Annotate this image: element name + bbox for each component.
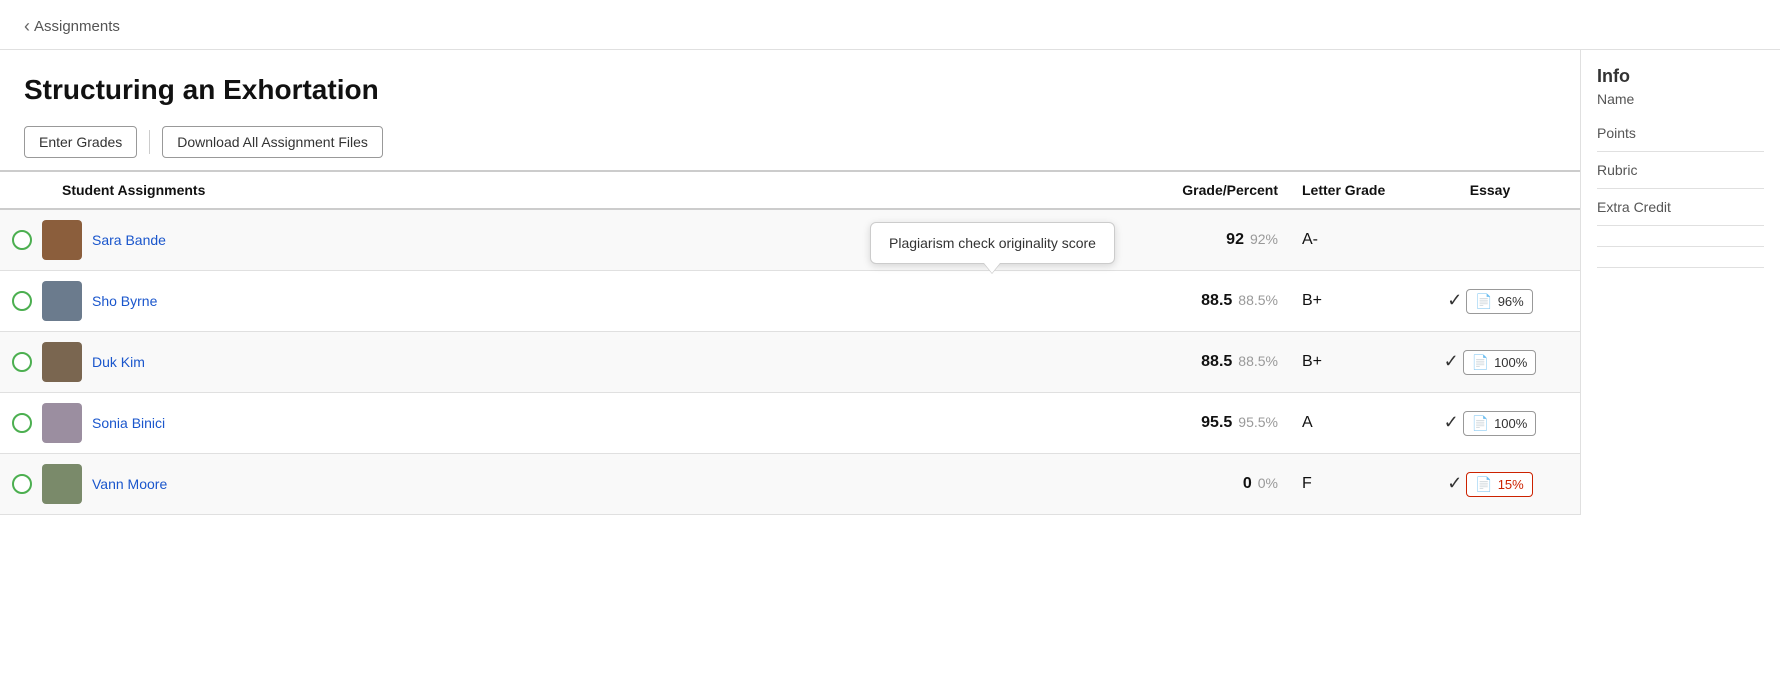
enter-grades-button[interactable]: Enter Grades xyxy=(24,126,137,158)
row-radio-duk[interactable] xyxy=(12,352,32,372)
sidebar-info-vann xyxy=(1597,247,1764,268)
row-radio-sonia[interactable] xyxy=(12,413,32,433)
student-name-sonia[interactable]: Sonia Binici xyxy=(92,415,165,431)
doc-icon-sho: 📄 xyxy=(1475,293,1492,310)
back-label: Assignments xyxy=(34,18,120,35)
sidebar-info-sonia xyxy=(1597,226,1764,247)
doc-icon-vann: 📄 xyxy=(1475,476,1492,493)
table-row: Sonia Binici 95.595.5%A✓ 📄 100% xyxy=(0,393,1580,454)
score-badge-sho[interactable]: 📄 96% xyxy=(1466,289,1532,314)
student-name-sara[interactable]: Sara Bande xyxy=(92,232,166,248)
download-files-button[interactable]: Download All Assignment Files xyxy=(162,126,383,158)
essay-cell-sonia[interactable]: ✓ 📄 100% xyxy=(1400,393,1580,454)
table-row: Vann Moore 00%F✓ 📄 15% xyxy=(0,454,1580,515)
score-badge-sonia[interactable]: 📄 100% xyxy=(1463,411,1537,436)
avatar-sonia xyxy=(42,403,82,443)
avatar-duk xyxy=(42,342,82,382)
essay-cell-sho[interactable]: ✓ 📄 96% xyxy=(1400,271,1580,332)
row-radio-sho[interactable] xyxy=(12,291,32,311)
table-row: Duk Kim 88.588.5%B+✓ 📄 100% xyxy=(0,332,1580,393)
student-name-vann[interactable]: Vann Moore xyxy=(92,476,167,492)
col-header-grade: Grade/Percent xyxy=(1170,171,1290,209)
avatar-vann xyxy=(42,464,82,504)
avatar-sara xyxy=(42,220,82,260)
grade-cell-sho: 88.588.5% xyxy=(1170,271,1290,332)
back-chevron-icon: ‹ xyxy=(24,16,30,37)
grade-cell-vann: 00% xyxy=(1170,454,1290,515)
table-row: Sara Bande 9292%A- xyxy=(0,209,1580,271)
student-name-sho[interactable]: Sho Byrne xyxy=(92,293,157,309)
col-header-letter: Letter Grade xyxy=(1290,171,1400,209)
right-sidebar: Info Name PointsRubricExtra Credit xyxy=(1580,50,1780,515)
check-icon-sho: ✓ xyxy=(1447,290,1462,310)
col-header-student: Student Assignments xyxy=(50,171,1170,209)
col-header-select xyxy=(0,171,50,209)
grade-cell-sara: 9292% xyxy=(1170,209,1290,271)
doc-icon-sonia: 📄 xyxy=(1472,415,1489,432)
essay-cell-sara[interactable] xyxy=(1400,209,1580,271)
row-radio-vann[interactable] xyxy=(12,474,32,494)
sidebar-info-sara: Points xyxy=(1597,115,1764,152)
grade-cell-duk: 88.588.5% xyxy=(1170,332,1290,393)
doc-icon-duk: 📄 xyxy=(1472,354,1489,371)
row-radio-sara[interactable] xyxy=(12,230,32,250)
page-title: Structuring an Exhortation xyxy=(24,74,1556,106)
col-header-essay: Essay xyxy=(1400,171,1580,209)
check-icon-vann: ✓ xyxy=(1447,473,1462,493)
letter-cell-vann: F xyxy=(1290,454,1400,515)
sidebar-info-sho: Rubric xyxy=(1597,152,1764,189)
letter-cell-sonia: A xyxy=(1290,393,1400,454)
letter-cell-sara: A- xyxy=(1290,209,1400,271)
table-row: Sho Byrne 88.588.5%B+✓ 📄 96% xyxy=(0,271,1580,332)
grade-cell-sonia: 95.595.5% xyxy=(1170,393,1290,454)
student-name-duk[interactable]: Duk Kim xyxy=(92,354,145,370)
info-subtitle: Name xyxy=(1597,91,1764,107)
plagiarism-tooltip: Plagiarism check originality score xyxy=(870,222,1115,264)
toolbar-divider xyxy=(149,130,150,154)
letter-cell-sho: B+ xyxy=(1290,271,1400,332)
essay-cell-vann[interactable]: ✓ 📄 15% xyxy=(1400,454,1580,515)
essay-cell-duk[interactable]: ✓ 📄 100% xyxy=(1400,332,1580,393)
check-icon-sonia: ✓ xyxy=(1444,412,1459,432)
sidebar-info-duk: Extra Credit xyxy=(1597,189,1764,226)
back-button[interactable]: ‹ Assignments xyxy=(24,16,120,37)
score-badge-vann[interactable]: 📄 15% xyxy=(1466,472,1532,497)
letter-cell-duk: B+ xyxy=(1290,332,1400,393)
avatar-sho xyxy=(42,281,82,321)
score-badge-duk[interactable]: 📄 100% xyxy=(1463,350,1537,375)
info-title: Info xyxy=(1597,66,1764,87)
check-icon-duk: ✓ xyxy=(1444,351,1459,371)
